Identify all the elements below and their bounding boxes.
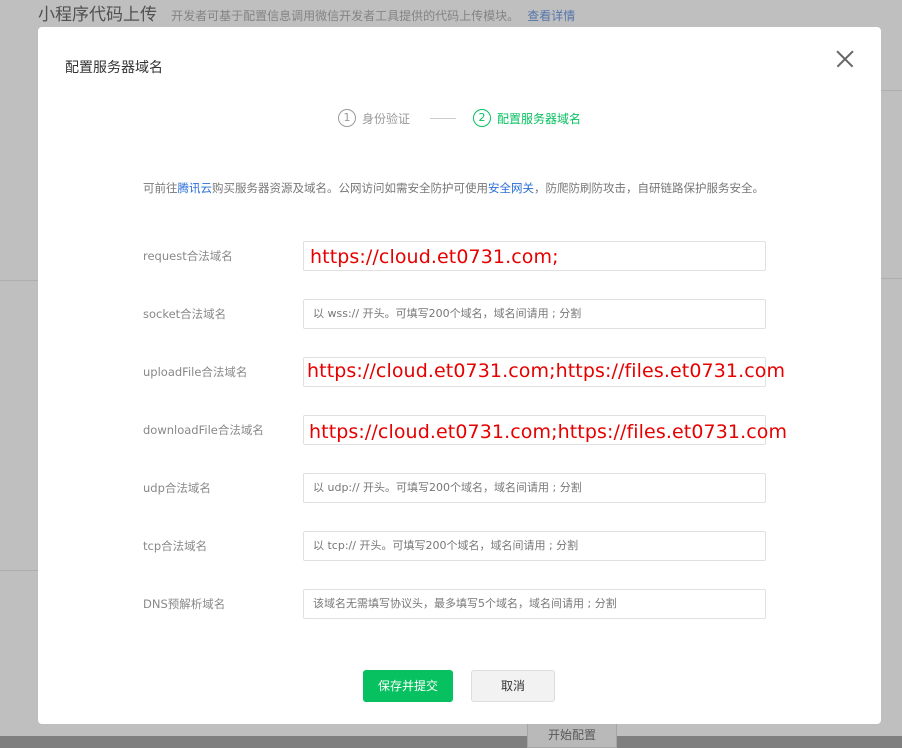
socket-domain-label: socket合法域名 [143, 307, 227, 321]
background-start-button: 开始配置 [527, 722, 617, 748]
dialog-title: 配置服务器域名 [65, 60, 163, 76]
socket-domain-placeholder: 以 wss:// 开头。可填写200个域名，域名间请用 ; 分割 [313, 307, 582, 320]
uploadfile-domain-value: https://cloud.et0731.com;https://files.e… [307, 360, 786, 382]
step-number-2: 2 [473, 109, 491, 127]
step-configure-domain: 2 配置服务器域名 [473, 109, 581, 127]
intro-part: ，防爬防刷防攻击，自研链路保护服务安全。 [534, 181, 764, 195]
tcp-domain-input[interactable]: 以 tcp:// 开头。可填写200个域名，域名间请用 ; 分割 [303, 531, 766, 561]
background-divider [881, 278, 902, 279]
background-title: 小程序代码上传 [38, 5, 157, 25]
background-divider [0, 570, 38, 571]
intro-text: 可前往腾讯云购买服务器资源及域名。公网访问如需安全防护可使用安全网关，防爬防刷防… [143, 178, 783, 198]
intro-part: 可前往 [143, 181, 178, 195]
close-icon[interactable] [835, 49, 855, 69]
security-gateway-link[interactable]: 安全网关 [488, 181, 534, 195]
background-header: 小程序代码上传 开发者可基于配置信息调用微信开发者工具提供的代码上传模块。 查看… [38, 0, 898, 26]
socket-domain-input[interactable]: 以 wss:// 开头。可填写200个域名，域名间请用 ; 分割 [303, 299, 766, 329]
request-domain-value: https://cloud.et0731.com; [310, 246, 559, 268]
step-identity-verification: 1 身份验证 [338, 109, 410, 127]
udp-domain-placeholder: 以 udp:// 开头。可填写200个域名，域名间请用 ; 分割 [313, 481, 582, 494]
downloadfile-domain-value: https://cloud.et0731.com;https://files.e… [309, 421, 788, 443]
background-divider [0, 280, 38, 281]
tcp-domain-placeholder: 以 tcp:// 开头。可填写200个域名，域名间请用 ; 分割 [313, 539, 579, 552]
downloadfile-domain-label: downloadFile合法域名 [143, 423, 264, 437]
step-label: 配置服务器域名 [497, 111, 582, 126]
configure-domain-dialog: 配置服务器域名 1 身份验证 2 配置服务器域名 可前往腾讯云购买服务器资源及域… [38, 27, 881, 724]
background-description: 开发者可基于配置信息调用微信开发者工具提供的代码上传模块。 [171, 9, 520, 23]
tcp-domain-label: tcp合法域名 [143, 539, 208, 553]
step-label: 身份验证 [362, 111, 411, 126]
dns-prefetch-domain-label: DNS预解析域名 [143, 597, 226, 611]
intro-part: 购买服务器资源及域名。公网访问如需安全防护可使用 [212, 181, 488, 195]
background-divider [881, 90, 902, 91]
uploadfile-domain-label: uploadFile合法域名 [143, 365, 248, 379]
cancel-button[interactable]: 取消 [471, 670, 555, 702]
dns-prefetch-domain-placeholder: 该域名无需填写协议头，最多填写5个域名，域名间请用 ; 分割 [313, 597, 617, 610]
dns-prefetch-domain-input[interactable]: 该域名无需填写协议头，最多填写5个域名，域名间请用 ; 分割 [303, 589, 766, 619]
tencent-cloud-link[interactable]: 腾讯云 [178, 181, 213, 195]
request-domain-label: request合法域名 [143, 249, 233, 263]
udp-domain-input[interactable]: 以 udp:// 开头。可填写200个域名，域名间请用 ; 分割 [303, 473, 766, 503]
save-submit-button[interactable]: 保存并提交 [363, 670, 453, 702]
step-number-1: 1 [338, 109, 356, 127]
udp-domain-label: udp合法域名 [143, 481, 211, 495]
background-detail-link: 查看详情 [527, 9, 576, 23]
step-separator [430, 118, 456, 119]
